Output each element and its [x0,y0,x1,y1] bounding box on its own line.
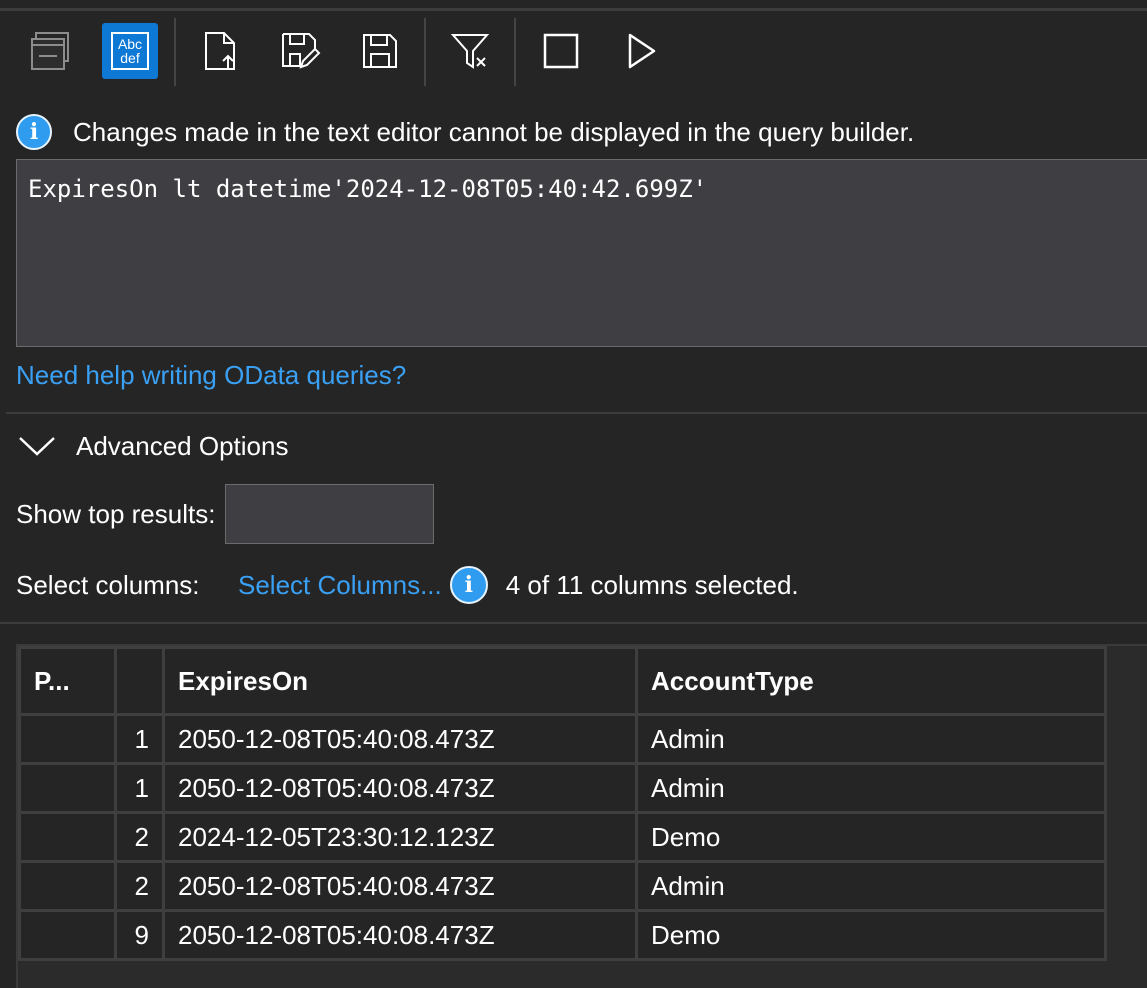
advanced-options-toggle[interactable]: Advanced Options [18,428,288,464]
table-cell: 2050-12-08T05:40:08.473Z [162,860,638,912]
table-row[interactable]: 1 2050-12-08T05:40:08.473Z Admin [18,713,1107,765]
query-builder-button[interactable] [23,23,79,79]
table-cell: 2050-12-08T05:40:08.473Z [162,762,638,814]
table-cell: 1 [114,713,165,765]
table-cell: Demo [635,811,1107,863]
table-cell: 2024-12-05T23:30:12.123Z [162,811,638,863]
show-top-results-label: Show top results: [16,498,216,529]
table-row[interactable]: 9 2050-12-08T05:40:08.473Z Demo [18,909,1107,961]
column-header-accounttype[interactable]: AccountType [635,646,1107,716]
open-query-button[interactable] [193,23,249,79]
table-cell [18,811,117,863]
show-top-results-row: Show top results: [16,484,435,544]
run-button[interactable] [613,23,669,79]
top-border [0,8,1147,11]
open-query-icon [205,32,235,70]
text-editor-icon: Abc def [111,32,149,70]
toolbar-separator [174,18,176,86]
select-columns-label: Select columns: [16,569,200,600]
table-cell [18,909,117,961]
query-text[interactable]: ExpiresOn lt datetime'2024-12-08T05:40:4… [28,175,707,203]
odata-help-link[interactable]: Need help writing OData queries? [16,360,406,391]
stop-button[interactable] [533,23,589,79]
table-row[interactable]: 2 2050-12-08T05:40:08.473Z Admin [18,860,1107,912]
table-cell: 9 [114,909,165,961]
query-text-editor[interactable]: ExpiresOn lt datetime'2024-12-08T05:40:4… [16,159,1147,347]
stop-icon [543,33,579,69]
info-icon[interactable]: i [449,566,488,604]
column-header-row[interactable] [114,646,165,716]
info-banner-text: Changes made in the text editor cannot b… [73,116,915,147]
save-icon [363,34,397,68]
clear-filter-icon [450,34,490,69]
table-cell: Admin [635,762,1107,814]
select-columns-row: Select columns: Select Columns... i 4 of… [16,566,799,604]
table-cell: Admin [635,713,1107,765]
table-cell [18,713,117,765]
info-icon: i [16,114,52,150]
divider [0,622,1147,624]
column-header-partition[interactable]: P... [18,646,117,716]
toolbar-separator [514,18,516,86]
table-row[interactable]: 2 2024-12-05T23:30:12.123Z Demo [18,811,1107,863]
save-button[interactable] [352,23,408,79]
chevron-down-icon [19,437,55,456]
save-as-button[interactable] [272,23,328,79]
info-banner: i Changes made in the text editor cannot… [16,114,914,150]
results-grid: P... ExpiresOn AccountType 1 2050-12-08T… [16,644,1147,988]
show-top-results-input[interactable] [225,484,435,544]
table-cell: Demo [635,909,1107,961]
table-cell [18,762,117,814]
toolbar: Abc def [0,14,1147,92]
abc-line2: def [120,50,140,66]
table-cell: 2050-12-08T05:40:08.473Z [162,713,638,765]
toolbar-separator [424,18,426,86]
clear-filter-button[interactable] [442,23,498,79]
table-cell: 2 [114,811,165,863]
columns-selected-text: 4 of 11 columns selected. [505,569,799,600]
table-cell [18,860,117,912]
column-header-expireson[interactable]: ExpiresOn [162,646,638,716]
advanced-options-label: Advanced Options [76,430,289,461]
table-cell: 2050-12-08T05:40:08.473Z [162,909,638,961]
select-columns-link[interactable]: Select Columns... [238,570,442,601]
query-builder-icon [31,32,69,70]
divider [6,412,1147,414]
save-as-icon [282,33,321,69]
run-icon [628,33,656,69]
grid-header-row: P... ExpiresOn AccountType [18,646,1107,716]
table-row[interactable]: 1 2050-12-08T05:40:08.473Z Admin [18,762,1107,814]
table-cell: Admin [635,860,1107,912]
table-cell: 2 [114,860,165,912]
text-editor-button[interactable]: Abc def [102,23,158,79]
table-cell: 1 [114,762,165,814]
